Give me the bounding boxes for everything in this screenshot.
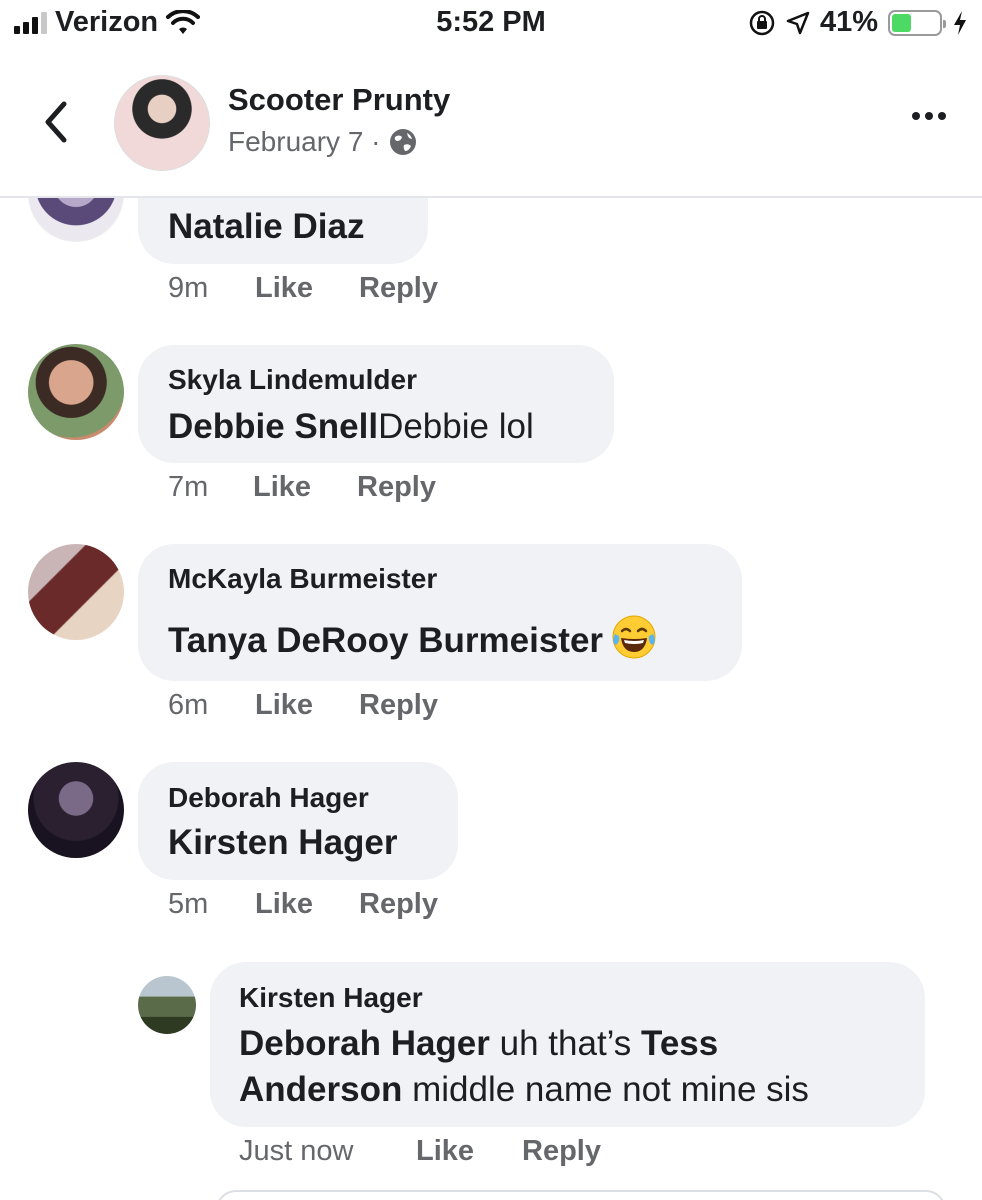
comment-text-line-2: Anderson middle name not mine sis — [239, 1067, 809, 1113]
comment-time: 5m — [168, 888, 209, 920]
like-button[interactable]: Like — [253, 471, 357, 504]
mention-link[interactable]: Anderson — [239, 1070, 402, 1109]
commenter-name[interactable]: Skyla Lindemulder — [168, 364, 417, 396]
commenter-name[interactable]: McKayla Burmeister — [168, 563, 437, 595]
comment-time: 9m — [168, 272, 209, 304]
reply-button[interactable]: Reply — [359, 689, 438, 722]
like-button[interactable]: Like — [255, 272, 359, 305]
author-avatar[interactable] — [114, 75, 210, 171]
like-button[interactable]: Like — [416, 1135, 522, 1168]
comment-text: Kirsten Hager — [168, 820, 398, 866]
reply-button[interactable]: Reply — [522, 1135, 601, 1168]
commenter-name[interactable]: Kirsten Hager — [239, 982, 423, 1014]
comment-text: Natalie Diaz — [168, 204, 364, 250]
comment-text: Tanya DeRooy Burmeister — [168, 614, 657, 664]
comment-plain-text: middle name not mine sis — [402, 1070, 809, 1109]
comment-actions: 7m Like Reply — [168, 471, 436, 504]
tears-of-joy-emoji — [612, 615, 656, 659]
commenter-avatar[interactable] — [138, 976, 196, 1034]
comment-time: Just now — [239, 1135, 354, 1167]
author-name[interactable]: Scooter Prunty — [228, 82, 450, 118]
comment-plain-text: uh that’s — [489, 1024, 642, 1063]
commenter-avatar[interactable] — [28, 344, 124, 440]
like-button[interactable]: Like — [255, 888, 359, 921]
reply-button[interactable]: Reply — [359, 888, 438, 921]
like-button[interactable]: Like — [255, 689, 359, 722]
back-button[interactable] — [36, 94, 76, 150]
comment-actions: 5m Like Reply — [168, 888, 438, 921]
mention-link[interactable]: Natalie Diaz — [168, 207, 364, 246]
commenter-avatar[interactable] — [28, 544, 124, 640]
mention-link[interactable]: Debbie Snell — [168, 407, 378, 446]
mention-link[interactable]: Kirsten Hager — [168, 823, 398, 862]
comment-actions: Just now Like Reply — [239, 1135, 601, 1168]
commenter-name[interactable]: Deborah Hager — [168, 782, 369, 814]
more-options-button[interactable] — [912, 112, 946, 120]
back-chevron-icon — [45, 101, 67, 143]
reply-input[interactable] — [216, 1190, 946, 1200]
comment-time: 7m — [168, 471, 209, 503]
comment-text-line-1: Deborah Hager uh that’s Tess — [239, 1021, 718, 1067]
comment-time: 6m — [168, 689, 209, 721]
reply-button[interactable]: Reply — [357, 471, 436, 504]
post-meta: February 7 · — [228, 126, 417, 158]
comment-text: Debbie SnellDebbie lol — [168, 404, 534, 450]
post-date[interactable]: February 7 · — [228, 126, 381, 158]
comment-plain-text: Debbie lol — [378, 407, 534, 446]
globe-icon — [389, 129, 416, 155]
more-dots-icon — [912, 112, 920, 120]
comment-actions: 6m Like Reply — [168, 689, 438, 722]
mention-link[interactable]: Tanya DeRooy Burmeister — [168, 621, 603, 660]
comment-actions: 9m Like Reply — [168, 272, 438, 305]
mention-link[interactable]: Deborah Hager — [239, 1024, 490, 1063]
mention-link[interactable]: Tess — [641, 1024, 718, 1063]
commenter-avatar[interactable] — [28, 762, 124, 858]
reply-button[interactable]: Reply — [359, 272, 438, 305]
post-header: Scooter Prunty February 7 · — [0, 50, 982, 198]
